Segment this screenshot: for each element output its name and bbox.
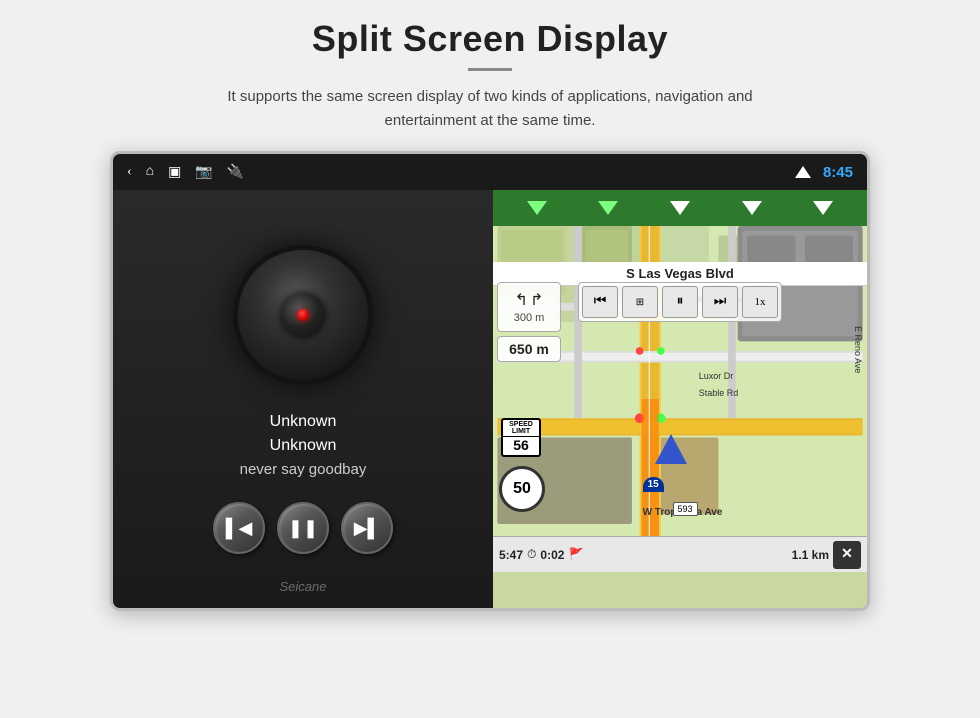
map-label-reno: E Reno Ave (853, 326, 863, 373)
turn-box: ↰ ↱ 300 m (497, 282, 561, 332)
status-icons: ‹ ⌂ ▣ 📷 🔌 (127, 164, 244, 181)
turn-distance: 300 m (514, 312, 545, 324)
music-controls: ▌◀ ❚❚ ▶▌ (213, 502, 393, 554)
nav-overlay: ↰ ↱ 300 m 650 m (497, 282, 561, 362)
turn-arrows: ↰ ↱ (515, 290, 544, 310)
prev-button[interactable]: ▌◀ (213, 502, 265, 554)
page-title: Split Screen Display (312, 18, 668, 60)
map-prev-button[interactable]: ⏮ (582, 286, 618, 318)
watermark: Seicane (280, 579, 327, 594)
map-label-stable: Stable Rd (699, 388, 739, 398)
map-menu-button[interactable]: ⊞ (622, 286, 658, 318)
nav-arrow-5 (813, 201, 833, 215)
nav-arrow-2 (598, 201, 618, 215)
map-next-button[interactable]: ⏭ (702, 286, 738, 318)
pause-icon: ❚❚ (288, 519, 318, 537)
nav-time: 5:47 (499, 548, 523, 562)
speed-circle: 50 (499, 466, 545, 512)
next-button[interactable]: ▶▌ (341, 502, 393, 554)
music-panel: Unknown Unknown never say goodbay ▌◀ ❚❚ … (113, 190, 493, 608)
speed-limit-value: 56 (503, 437, 539, 453)
nav-elapsed: 0:02 (540, 548, 564, 562)
speed-limit-label: SPEEDLIMIT (503, 420, 539, 437)
title-divider (468, 68, 512, 71)
nav-close-button[interactable]: ✕ (833, 541, 861, 569)
page-subtitle: It supports the same screen display of t… (210, 85, 770, 133)
album-art-dot (297, 309, 309, 321)
route-icon: 🚩 (568, 547, 583, 562)
song-name: never say goodbay (240, 461, 367, 478)
next-icon: ▶▌ (354, 519, 381, 537)
map-area: S Las Vegas Blvd ↰ ↱ 300 m 650 m (493, 226, 867, 572)
status-bar: ‹ ⌂ ▣ 📷 🔌 8:45 (113, 154, 867, 190)
album-art-inner (281, 293, 325, 337)
prev-icon: ▌◀ (226, 519, 253, 537)
song-artist: Unknown (240, 437, 367, 455)
home-icon[interactable]: ⌂ (146, 164, 154, 180)
map-prev-icon: ⏮ (594, 294, 607, 310)
album-art (233, 245, 373, 385)
map-menu-icon: ⊞ (636, 297, 644, 308)
nav-header (493, 190, 867, 226)
status-right: 8:45 (795, 164, 853, 181)
usb-icon[interactable]: 🔌 (227, 164, 244, 181)
triangle-icon (795, 166, 811, 178)
current-speed: 50 (513, 480, 531, 498)
nav-bottom-bar: 5:47 ⏱ 0:02 🚩 1.1 km ✕ (493, 536, 867, 572)
nav-arrow-4 (742, 201, 762, 215)
turn-right-icon: ↱ (530, 290, 543, 310)
song-title: Unknown (240, 413, 367, 431)
interstate-badge: 15 (643, 477, 664, 492)
map-pause-icon: ⏸ (677, 294, 684, 310)
back-icon[interactable]: ‹ (127, 164, 132, 180)
nav-position-arrow (655, 434, 687, 464)
photo-icon[interactable]: 📷 (195, 164, 212, 181)
map-pause-button[interactable]: ⏸ (662, 286, 698, 318)
speed-limit-sign: SPEEDLIMIT 56 (501, 418, 541, 457)
speed-icon: 1x (755, 296, 766, 308)
device-frame: ‹ ⌂ ▣ 📷 🔌 8:45 (110, 151, 870, 611)
play-pause-button[interactable]: ❚❚ (277, 502, 329, 554)
map-next-icon: ⏭ (714, 294, 727, 310)
recent-icon[interactable]: ▣ (168, 164, 181, 181)
distance-label: 650 m (497, 336, 561, 362)
tropicana-badge: 593 (673, 502, 698, 516)
turn-left-icon: ↰ (515, 290, 528, 310)
close-icon: ✕ (841, 546, 853, 563)
nav-arrow-3 (670, 201, 690, 215)
map-speed-button[interactable]: 1x (742, 286, 778, 318)
split-content: Unknown Unknown never say goodbay ▌◀ ❚❚ … (113, 190, 867, 608)
song-info: Unknown Unknown never say goodbay (240, 413, 367, 478)
nav-panel: S Las Vegas Blvd ↰ ↱ 300 m 650 m (493, 190, 867, 608)
map-label-luxor: Luxor Dr (699, 371, 734, 381)
page-container: Split Screen Display It supports the sam… (0, 0, 980, 718)
nav-arrow-1 (527, 201, 547, 215)
media-controls-overlay: ⏮ ⊞ ⏸ ⏭ 1x (578, 282, 782, 322)
clock-icon: ⏱ (527, 547, 536, 562)
nav-distance: 1.1 km (792, 548, 829, 562)
status-time: 8:45 (823, 164, 853, 181)
